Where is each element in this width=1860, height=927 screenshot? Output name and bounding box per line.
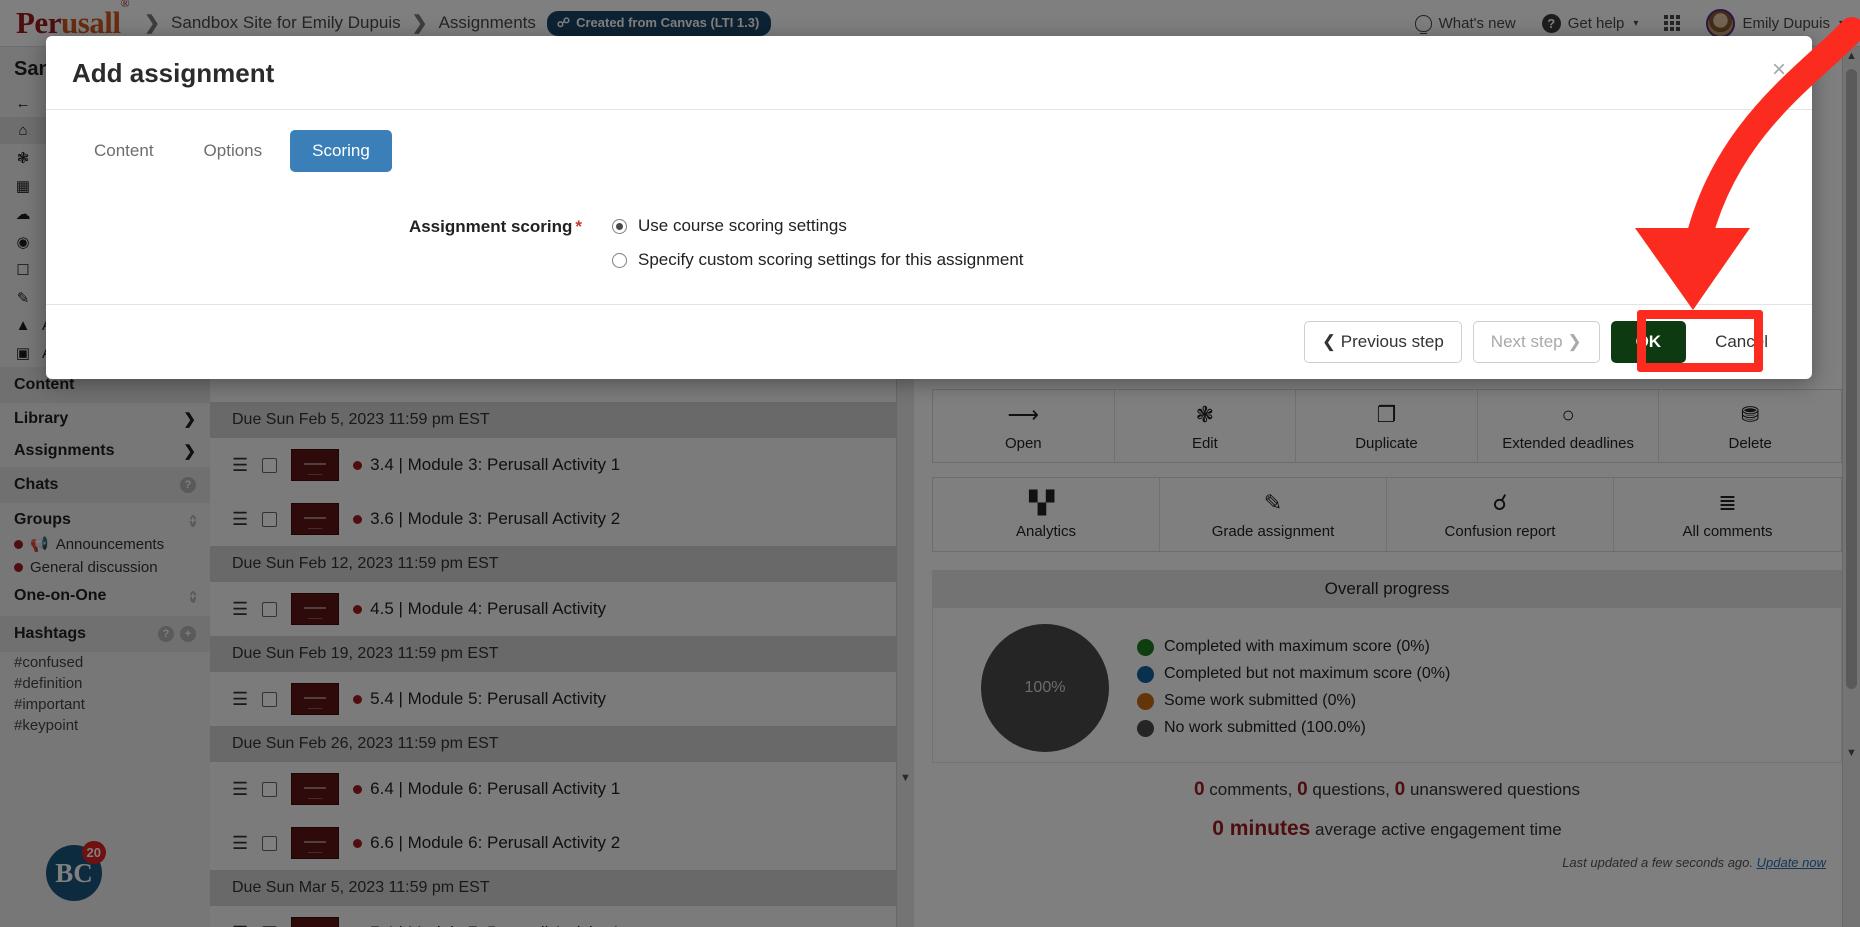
dialog-title: Add assignment [72, 58, 275, 88]
dialog-body: Content Options Scoring Assignment scori… [46, 110, 1812, 304]
radio-button-icon-course[interactable] [612, 218, 627, 234]
add-assignment-dialog: Add assignment × Content Options Scoring… [46, 36, 1812, 379]
next-step-button[interactable]: Next step ❯ [1472, 321, 1600, 363]
previous-step-button[interactable]: ❮ Previous step [1303, 321, 1462, 363]
radio-custom-scoring[interactable]: Specify custom scoring settings for this… [612, 250, 1024, 270]
radio-use-course-scoring[interactable]: Use course scoring settings [612, 216, 1024, 236]
radio-custom-scoring-label: Specify custom scoring settings for this… [638, 250, 1024, 269]
assignment-scoring-label: Assignment scoring * [72, 216, 582, 237]
app-root: Perusall® ❯ Sandbox Site for Emily Dupui… [0, 0, 1860, 927]
assignment-scoring-label-text: Assignment scoring [408, 217, 573, 236]
assignment-scoring-radio-group: Use course scoring settings Specify cust… [612, 216, 1024, 270]
tab-options[interactable]: Options [182, 130, 285, 172]
tab-content[interactable]: Content [72, 130, 176, 172]
close-icon[interactable]: × [1772, 58, 1786, 82]
cancel-button[interactable]: Cancel [1697, 321, 1786, 363]
dialog-tabs: Content Options Scoring [72, 130, 1786, 172]
radio-use-course-scoring-label: Use course scoring settings [638, 216, 847, 235]
dialog-footer: ❮ Previous step Next step ❯ OK Cancel [46, 304, 1812, 379]
tab-scoring[interactable]: Scoring [290, 130, 392, 172]
dialog-header: Add assignment × [46, 36, 1812, 110]
required-asterisk: * [575, 217, 582, 236]
radio-button-icon-custom[interactable] [612, 252, 627, 268]
ok-button[interactable]: OK [1610, 321, 1687, 363]
assignment-scoring-field: Assignment scoring * Use course scoring s… [72, 216, 1786, 270]
